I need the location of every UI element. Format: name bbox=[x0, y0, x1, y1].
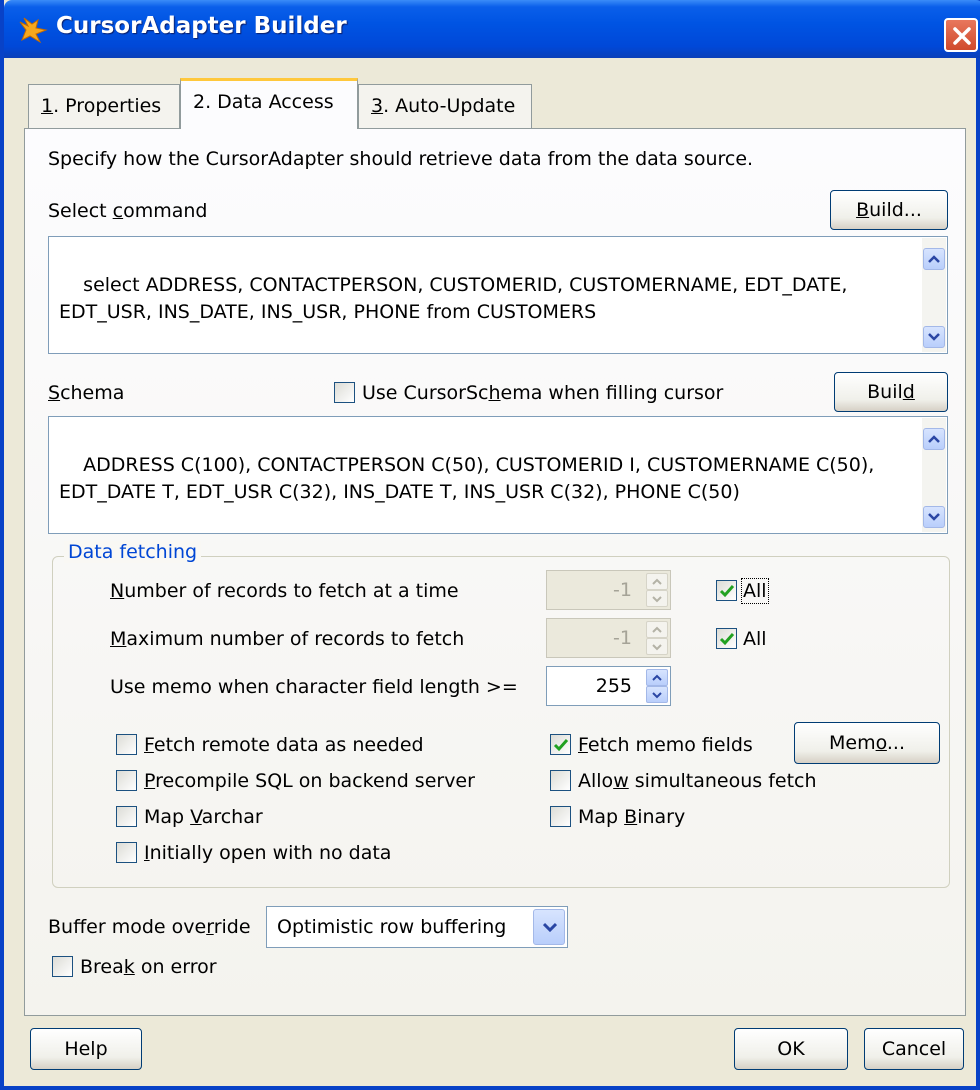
checkmark-icon bbox=[719, 585, 735, 598]
fetch-memo-checkbox[interactable] bbox=[550, 734, 571, 755]
buffer-mode-select[interactable]: Optimistic row buffering bbox=[266, 906, 568, 948]
schema-textarea[interactable]: ADDRESS C(100), CONTACTPERSON C(50), CUS… bbox=[48, 416, 948, 534]
scroll-down-button[interactable] bbox=[923, 326, 945, 348]
fetch-size-value: -1 bbox=[613, 579, 632, 601]
tab-auto-update[interactable]: 3. Auto-Update bbox=[358, 84, 532, 128]
dropdown-button[interactable] bbox=[533, 909, 565, 945]
chevron-down-icon bbox=[543, 922, 557, 932]
memo-button[interactable]: Memo... bbox=[794, 722, 940, 764]
spin-down-button[interactable] bbox=[646, 590, 668, 607]
use-cursorschema-label: Use CursorSchema when filling cursor bbox=[362, 382, 724, 404]
initially-open-checkbox[interactable] bbox=[116, 842, 137, 863]
scroll-down-button[interactable] bbox=[923, 506, 945, 528]
schema-text: ADDRESS C(100), CONTACTPERSON C(50), CUS… bbox=[59, 454, 881, 503]
chevron-up-icon bbox=[652, 626, 662, 633]
map-binary-checkbox[interactable] bbox=[550, 806, 571, 827]
tab-properties-key: 1 bbox=[41, 95, 54, 117]
tab-data-access[interactable]: 2. Data Access bbox=[180, 78, 358, 129]
tab-properties[interactable]: 1. Properties bbox=[28, 84, 180, 128]
memo-length-value: 255 bbox=[595, 675, 632, 697]
spin-up-button[interactable] bbox=[646, 669, 668, 686]
ok-button[interactable]: OK bbox=[734, 1028, 848, 1070]
use-cursorschema-checkbox[interactable] bbox=[334, 382, 355, 403]
select-command-text: select ADDRESS, CONTACTPERSON, CUSTOMERI… bbox=[59, 274, 854, 323]
checkmark-icon bbox=[719, 633, 735, 646]
fetch-size-label: Number of records to fetch at a time bbox=[110, 580, 459, 602]
spin-up-button[interactable] bbox=[646, 621, 668, 638]
tab-auto-update-key: 3 bbox=[371, 95, 384, 117]
select-command-scrollbar[interactable] bbox=[922, 238, 946, 352]
cancel-button[interactable]: Cancel bbox=[864, 1028, 964, 1070]
fetch-size-all-checkbox[interactable] bbox=[716, 580, 737, 601]
map-varchar-label: Map Varchar bbox=[144, 806, 263, 828]
window-title: CursorAdapter Builder bbox=[56, 13, 347, 39]
tab-properties-label: . Properties bbox=[53, 95, 162, 117]
map-varchar-checkbox[interactable] bbox=[116, 806, 137, 827]
chevron-down-icon bbox=[652, 596, 662, 603]
scroll-up-button[interactable] bbox=[923, 428, 945, 450]
memo-length-label: Use memo when character field length >= bbox=[110, 676, 518, 698]
max-records-all-label: All bbox=[743, 628, 767, 650]
help-button[interactable]: Help bbox=[30, 1028, 142, 1070]
chevron-down-icon bbox=[928, 513, 940, 521]
precompile-sql-checkbox[interactable] bbox=[116, 770, 137, 791]
chevron-down-icon bbox=[652, 644, 662, 651]
break-on-error-checkbox[interactable] bbox=[52, 956, 73, 977]
chevron-down-icon bbox=[928, 333, 940, 341]
select-command-label: Select command bbox=[48, 200, 208, 222]
max-records-spinner[interactable]: -1 bbox=[546, 618, 671, 658]
select-command-textarea[interactable]: select ADDRESS, CONTACTPERSON, CUSTOMERI… bbox=[48, 236, 948, 354]
spin-up-button[interactable] bbox=[646, 573, 668, 590]
scroll-up-button[interactable] bbox=[923, 248, 945, 270]
checkmark-icon bbox=[553, 739, 569, 752]
close-icon bbox=[953, 27, 971, 45]
chevron-up-icon bbox=[928, 255, 940, 263]
data-fetching-title: Data fetching bbox=[64, 541, 202, 563]
foxpro-app-icon bbox=[19, 17, 48, 44]
select-build-button[interactable]: Build... bbox=[830, 190, 948, 230]
fetch-remote-checkbox[interactable] bbox=[116, 734, 137, 755]
title-bar[interactable]: CursorAdapter Builder bbox=[4, 0, 980, 58]
schema-scrollbar[interactable] bbox=[922, 418, 946, 532]
initially-open-label: Initially open with no data bbox=[144, 842, 392, 864]
spin-down-button[interactable] bbox=[646, 686, 668, 703]
allow-simultaneous-label: Allow simultaneous fetch bbox=[578, 770, 817, 792]
schema-build-button[interactable]: Build bbox=[834, 372, 948, 412]
break-on-error-label: Break on error bbox=[80, 956, 217, 978]
buffer-mode-value: Optimistic row buffering bbox=[277, 916, 507, 938]
precompile-sql-label: Precompile SQL on backend server bbox=[144, 770, 475, 792]
tab-data-access-label: 2. Data Access bbox=[193, 91, 334, 113]
fetch-remote-label: Fetch remote data as needed bbox=[144, 734, 424, 756]
schema-label: Schema bbox=[48, 382, 125, 404]
map-binary-label: Map Binary bbox=[578, 806, 686, 828]
chevron-up-icon bbox=[652, 674, 662, 681]
chevron-up-icon bbox=[652, 578, 662, 585]
chevron-down-icon bbox=[652, 692, 662, 699]
fetch-size-spinner[interactable]: -1 bbox=[546, 570, 671, 610]
tab-auto-update-label: . Auto-Update bbox=[383, 95, 516, 117]
intro-text: Specify how the CursorAdapter should ret… bbox=[48, 148, 754, 170]
fetch-memo-label: Fetch memo fields bbox=[578, 734, 753, 756]
memo-length-spinner[interactable]: 255 bbox=[546, 666, 671, 706]
fetch-size-all-label: All bbox=[741, 578, 769, 604]
spin-down-button[interactable] bbox=[646, 638, 668, 655]
max-records-label: Maximum number of records to fetch bbox=[110, 628, 465, 650]
buffer-mode-label: Buffer mode override bbox=[48, 916, 251, 938]
chevron-up-icon bbox=[928, 435, 940, 443]
max-records-all-checkbox[interactable] bbox=[716, 628, 737, 649]
max-records-value: -1 bbox=[613, 627, 632, 649]
dialog-window: CursorAdapter Builder 1. Properties 2. D… bbox=[0, 0, 980, 1090]
allow-simultaneous-checkbox[interactable] bbox=[550, 770, 571, 791]
close-button[interactable] bbox=[944, 18, 978, 52]
